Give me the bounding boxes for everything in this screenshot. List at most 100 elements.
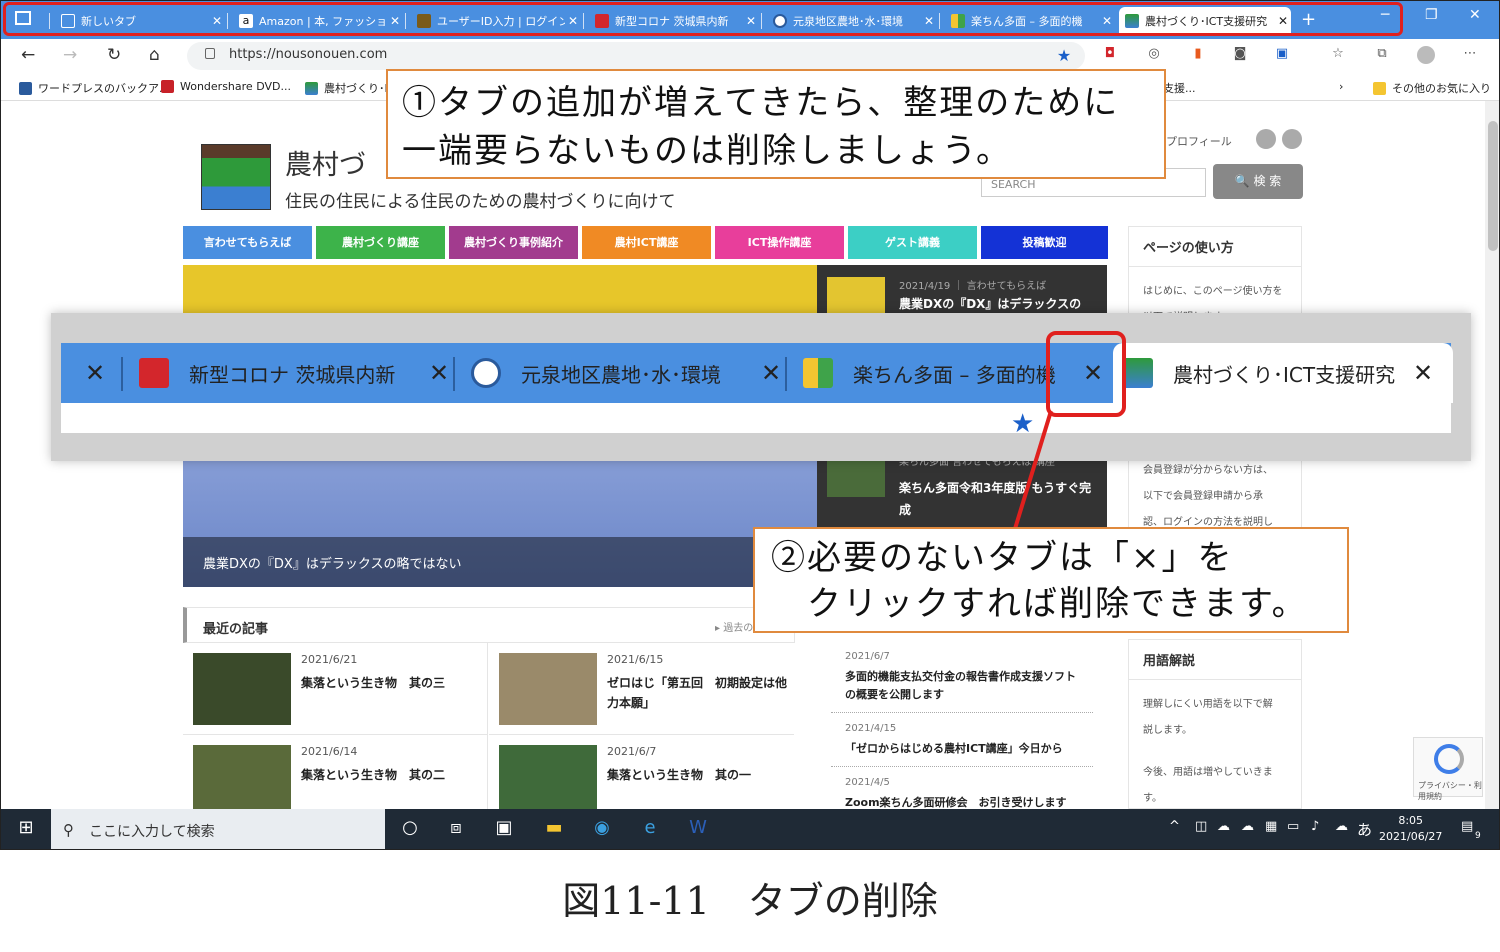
network-icon[interactable]: ▭ bbox=[1287, 819, 1299, 834]
back-arrow-icon[interactable]: ← bbox=[21, 45, 35, 65]
figure-caption: 図11-11 タブの削除 bbox=[562, 879, 938, 923]
news-item[interactable]: 2021/4/5 Zoom楽ちん多面研修会 お引き受けします bbox=[831, 767, 1093, 809]
more-menu-icon[interactable]: ⋯ bbox=[1461, 46, 1479, 64]
favorite-star-icon: ★ bbox=[1011, 409, 1035, 439]
post-thumbnail[interactable] bbox=[499, 745, 597, 809]
site-favicon-icon bbox=[305, 81, 318, 95]
cortana-icon[interactable]: ○ bbox=[397, 817, 423, 843]
edge-icon[interactable]: ◉ bbox=[589, 817, 615, 843]
forward-arrow-icon[interactable]: → bbox=[63, 45, 77, 65]
recent-post-card[interactable]: 2021/6/14 集落という生き物 其の二 bbox=[183, 735, 488, 809]
windows-taskbar: ⊞ ⚲ ここに入力して検索 ○ ⧈ ▣ ▬ ◉ e W ^ ◫ ☁ ☁ ▦ ▭ … bbox=[1, 809, 1499, 849]
screenshot-icon[interactable]: ▣ bbox=[1273, 46, 1291, 64]
post-thumbnail[interactable] bbox=[499, 653, 597, 725]
close-tab-icon[interactable]: ✕ bbox=[75, 343, 115, 403]
camera-icon[interactable]: ◙ bbox=[1231, 46, 1249, 64]
tab-strip-highlight bbox=[3, 2, 1403, 36]
ime-indicator[interactable]: あ bbox=[1357, 819, 1372, 840]
lock-icon[interactable] bbox=[205, 48, 215, 59]
extension-icon[interactable]: ◎ bbox=[1145, 46, 1163, 64]
home-icon[interactable]: ⌂ bbox=[149, 45, 160, 65]
url-text[interactable]: https://nousonouen.com bbox=[229, 47, 387, 62]
news-icon bbox=[139, 358, 169, 388]
zoom-tab-active[interactable]: 農村づくり･ICT支援研究 ✕ bbox=[1113, 343, 1453, 403]
refresh-icon[interactable]: ↻ bbox=[107, 45, 121, 65]
pocket-icon[interactable]: ◘ bbox=[1101, 46, 1119, 64]
bookmark-wondershare[interactable]: Wondershare DVD... bbox=[161, 80, 291, 93]
hero-caption[interactable]: 農業DXの『DX』はデラックスの略ではない bbox=[183, 537, 817, 587]
tray-overflow-icon[interactable]: ^ bbox=[1169, 819, 1180, 834]
address-bar-row: ← → ↻ ⌂ https://nousonouen.com ★ ◘ ◎ ▮ ◙… bbox=[1, 39, 1499, 73]
tray-app-icon[interactable]: ◫ bbox=[1195, 819, 1207, 834]
windows-start-icon[interactable]: ⊞ bbox=[13, 817, 39, 843]
taskbar-clock[interactable]: 8:05 2021/06/27 bbox=[1379, 813, 1442, 845]
notification-icon[interactable]: ▤ bbox=[1461, 819, 1473, 834]
task-view-icon[interactable]: ⧈ bbox=[443, 817, 469, 843]
zoom-tab-covid[interactable]: 新型コロナ 茨城県内新 ✕ bbox=[139, 343, 459, 403]
tab-strip: 新しいタブ ✕ a Amazon | 本, ファッション ✕ ユーザーID入力 … bbox=[1, 1, 1499, 39]
nav-nouson-kouza[interactable]: 農村づくり講座 bbox=[316, 226, 445, 259]
close-window-button[interactable]: ✕ bbox=[1469, 7, 1481, 23]
profile-avatar-icon[interactable] bbox=[1417, 46, 1435, 64]
store-icon[interactable]: ▣ bbox=[491, 817, 517, 843]
nav-ict-sousa[interactable]: ICT操作講座 bbox=[715, 226, 844, 259]
post-thumbnail[interactable] bbox=[193, 745, 291, 809]
rss-icon[interactable] bbox=[1256, 129, 1276, 149]
word-icon[interactable]: W bbox=[685, 817, 711, 843]
bookmark-nouson[interactable]: 農村づくり･I( bbox=[305, 80, 392, 96]
vertical-scrollbar[interactable] bbox=[1485, 101, 1499, 809]
bookmark-shien[interactable]: 支援... bbox=[1163, 80, 1196, 96]
restore-button[interactable]: ❐ bbox=[1425, 7, 1438, 23]
other-favorites-folder[interactable]: その他のお気に入り bbox=[1373, 80, 1491, 96]
nav-ict-kouza[interactable]: 農村ICT講座 bbox=[582, 226, 711, 259]
twitter-icon[interactable] bbox=[1282, 129, 1302, 149]
nav-guest[interactable]: ゲスト講義 bbox=[848, 226, 977, 259]
nav-jirei[interactable]: 農村づくり事例紹介 bbox=[449, 226, 578, 259]
profile-link[interactable]: プロフィール bbox=[1166, 133, 1232, 149]
file-explorer-icon[interactable]: ▬ bbox=[541, 817, 567, 843]
recent-more-link[interactable]: ▸ 過去の bbox=[715, 619, 753, 634]
recaptcha-badge[interactable]: プライバシー・利用規約 bbox=[1413, 737, 1483, 801]
zoomed-toolbar bbox=[61, 403, 1451, 433]
cloud-upload-icon[interactable]: ☁ bbox=[1241, 819, 1254, 834]
post-thumbnail[interactable] bbox=[827, 455, 885, 497]
cloud-upload-icon[interactable]: ☁ bbox=[1217, 819, 1230, 834]
tray-app-icon[interactable]: ▦ bbox=[1265, 819, 1277, 834]
close-tab-icon[interactable]: ✕ bbox=[1403, 359, 1443, 387]
screenshot: 新しいタブ ✕ a Amazon | 本, ファッション ✕ ユーザーID入力 … bbox=[0, 0, 1500, 850]
favorite-star-icon[interactable]: ★ bbox=[1055, 46, 1073, 65]
post-thumbnail[interactable] bbox=[193, 653, 291, 725]
bookmark-wordpress[interactable]: ワードプレスのバックア... bbox=[19, 80, 170, 96]
onedrive-icon[interactable]: ☁ bbox=[1335, 819, 1348, 834]
bookmarks-overflow-icon[interactable]: › bbox=[1339, 80, 1343, 93]
recent-post-card[interactable]: 2021/6/21 集落という生き物 其の三 bbox=[183, 643, 488, 735]
notification-count-badge: 9 bbox=[1475, 831, 1481, 841]
scrollbar-thumb[interactable] bbox=[1488, 121, 1498, 251]
taskbar-search-field[interactable]: ⚲ ここに入力して検索 bbox=[51, 809, 385, 849]
tab-separator bbox=[121, 357, 123, 391]
callout-one: ①タブの追加が増えてきたら、整理のために 一端要らないものは削除しましょう。 bbox=[386, 69, 1166, 179]
news-item[interactable]: 2021/4/15 「ゼロからはじめる農村ICT講座」今日から bbox=[831, 713, 1093, 767]
nav-toukou[interactable]: 投稿歓迎 bbox=[981, 226, 1108, 259]
wordpress-icon bbox=[19, 81, 32, 95]
internet-explorer-icon[interactable]: e bbox=[637, 817, 663, 843]
recent-post-card[interactable]: 2021/6/15 ゼロはじ「第五回 初期設定は他力本願」 bbox=[489, 643, 794, 735]
news-item[interactable]: 2021/6/7 多面的機能支払交付金の報告書作成支援ソフトの概要を公開します bbox=[831, 641, 1093, 713]
recent-post-card[interactable]: 2021/6/7 集落という生き物 其の一 bbox=[489, 735, 794, 809]
volume-icon[interactable]: ♪ bbox=[1311, 819, 1319, 834]
favorites-list-icon[interactable]: ☆ bbox=[1329, 46, 1347, 64]
wordpress-icon bbox=[471, 358, 501, 388]
site-search-button[interactable]: 🔍 検 索 bbox=[1213, 164, 1303, 199]
tab-separator bbox=[785, 357, 787, 391]
nav-iwasete[interactable]: 言わせてもらえば bbox=[183, 226, 312, 259]
minimize-button[interactable]: ─ bbox=[1381, 7, 1389, 23]
zoomed-tab-strip: ✕ 新型コロナ 茨城県内新 ✕ 元泉地区農地･水･環境 ✕ 楽ちん多面 – 多面… bbox=[51, 313, 1471, 461]
page-usage-widget: ページの使い方 はじめに、このページ使い方を以下で説明します。 bbox=[1128, 226, 1302, 326]
tab-separator bbox=[453, 357, 455, 391]
zoom-tab-motoizumi[interactable]: 元泉地区農地･水･環境 ✕ bbox=[471, 343, 791, 403]
recaptcha-icon bbox=[1434, 744, 1464, 774]
site-title[interactable]: 農村づ bbox=[285, 143, 366, 182]
collections-icon[interactable]: ⧉ bbox=[1373, 46, 1391, 64]
office-icon[interactable]: ▮ bbox=[1189, 46, 1207, 64]
site-logo[interactable] bbox=[201, 144, 271, 210]
